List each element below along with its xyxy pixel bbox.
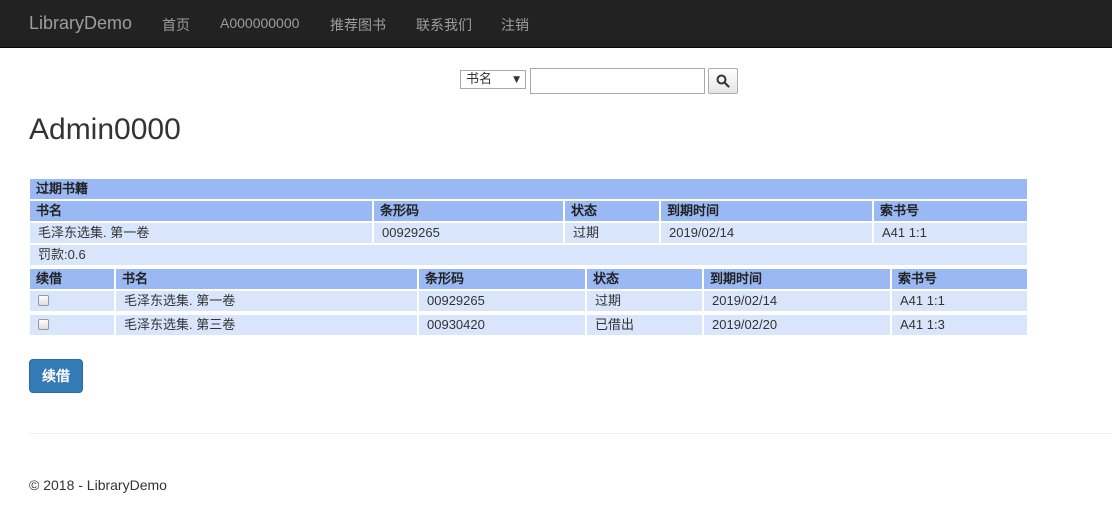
search-icon [716,74,730,88]
cell-call-number: A41 1:3 [892,315,1027,335]
col-header-barcode: 条形码 [374,201,563,221]
search-input[interactable] [530,68,705,94]
col-header-due-date: 到期时间 [704,269,890,289]
table-row: 毛泽东选集. 第三卷 00930420 已借出 2019/02/20 A41 1… [30,315,1027,335]
search-button[interactable] [708,68,738,94]
borrowed-header-row: 续借 书名 条形码 状态 到期时间 索书号 [30,269,1027,289]
overdue-caption: 过期书籍 [30,179,1027,199]
navbar: LibraryDemo 首页 A000000000 推荐图书 联系我们 注销 [0,0,1112,48]
col-header-status: 状态 [565,201,659,221]
cell-status: 过期 [565,223,659,243]
col-header-title: 书名 [30,201,372,221]
cell-barcode: 00930420 [419,315,585,335]
col-header-call-number: 索书号 [892,269,1027,289]
col-header-status: 状态 [587,269,702,289]
cell-renew [30,291,114,311]
footer-divider [29,433,1112,434]
table-row: 毛泽东选集. 第一卷 00929265 过期 2019/02/14 A41 1:… [30,223,1027,243]
col-header-renew: 续借 [30,269,114,289]
chevron-down-icon: ▼ [513,75,520,85]
nav-link-logout[interactable]: 注销 [501,15,529,35]
renew-button[interactable]: 续借 [29,359,83,393]
page-title: Admin0000 [29,113,181,146]
cell-due-date: 2019/02/14 [661,223,872,243]
cell-status: 已借出 [587,315,702,335]
nav-link-account[interactable]: A000000000 [220,15,299,31]
cell-call-number: A41 1:1 [892,291,1027,311]
fine-row: 罚款:0.6 [30,245,1027,265]
cell-due-date: 2019/02/14 [704,291,890,311]
table-row: 毛泽东选集. 第一卷 00929265 过期 2019/02/14 A41 1:… [30,291,1027,311]
cell-status: 过期 [587,291,702,311]
col-header-due-date: 到期时间 [661,201,872,221]
renew-checkbox[interactable] [38,295,49,306]
renew-checkbox[interactable] [38,319,49,330]
col-header-title: 书名 [116,269,417,289]
col-header-barcode: 条形码 [419,269,585,289]
cell-title: 毛泽东选集. 第三卷 [116,315,417,335]
cell-call-number: A41 1:1 [874,223,1027,243]
fine-amount: 罚款:0.6 [30,245,1027,265]
search-field-select[interactable]: 书名 ▼ [460,70,526,89]
cell-title: 毛泽东选集. 第一卷 [30,223,372,243]
brand-link[interactable]: LibraryDemo [29,13,132,34]
cell-title: 毛泽东选集. 第一卷 [116,291,417,311]
nav-link-contact[interactable]: 联系我们 [416,15,472,35]
cell-due-date: 2019/02/20 [704,315,890,335]
footer-copyright: © 2018 - LibraryDemo [29,477,167,493]
overdue-caption-row: 过期书籍 [30,179,1027,199]
cell-barcode: 00929265 [374,223,563,243]
cell-barcode: 00929265 [419,291,585,311]
search-field-selected: 书名 [466,72,493,87]
cell-renew [30,315,114,335]
nav-link-home[interactable]: 首页 [162,15,190,35]
col-header-call-number: 索书号 [874,201,1027,221]
nav-link-recommended[interactable]: 推荐图书 [330,15,386,35]
overdue-header-row: 书名 条形码 状态 到期时间 索书号 [30,201,1027,221]
